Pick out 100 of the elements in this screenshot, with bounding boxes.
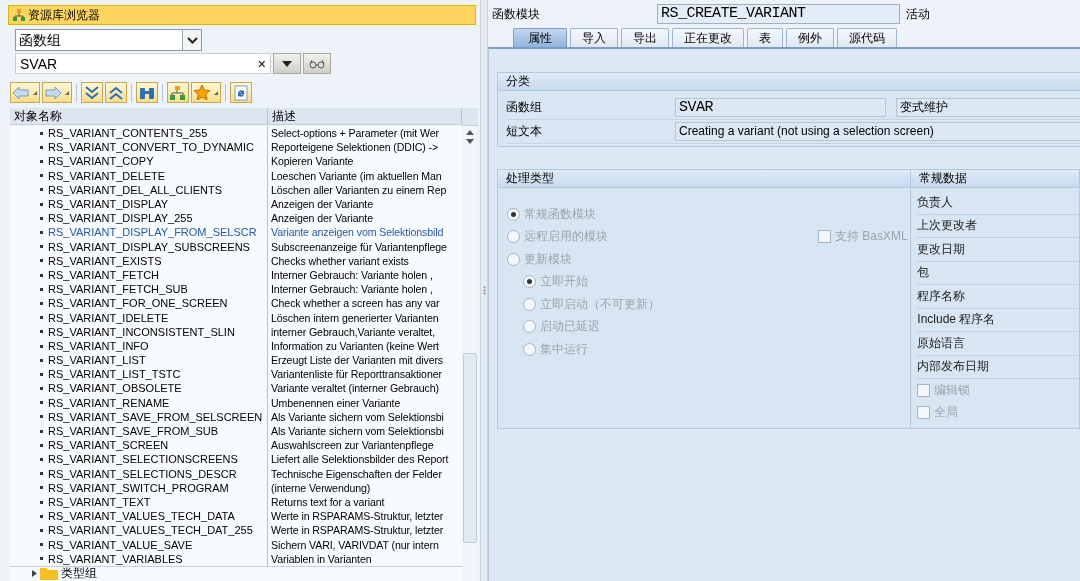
tree-row[interactable]: RS_VARIANT_SAVE_FROM_SELSCREEN Als Variante sichern vom Selektionsbi xyxy=(10,409,462,425)
radio-label: 立即开始 xyxy=(540,273,588,291)
tree-row[interactable]: RS_VARIANT_SELECTIONSCREENS Liefert alle Selektionsbilder des Report xyxy=(10,452,462,467)
tab[interactable]: 例外 xyxy=(786,28,834,47)
tree-row[interactable]: RS_VARIANT_SCREEN Auswahlscreen zur Variantenpflege xyxy=(10,438,462,453)
checkbox-label: 全局 xyxy=(934,404,959,422)
tree-row[interactable]: RS_VARIANT_CONVERT_TO_DYNAMIC Reporteigene Selektionen (DDIC) -> xyxy=(10,140,462,155)
tree-row[interactable]: RS_VARIANT_TEXT Returns text for a variant xyxy=(10,494,462,510)
tree-row[interactable]: RS_VARIANT_VALUES_TECH_DATA Werte in RSPARAMS-Struktur, letzter xyxy=(10,509,462,524)
tab[interactable]: 属性 xyxy=(513,28,567,47)
object-description: Variantenliste für Reporttransaktioner xyxy=(270,367,443,382)
object-description: Werte in RSPARAMS-Struktur, letzter xyxy=(270,523,445,538)
object-description: Umbenennen einer Variante xyxy=(270,395,402,410)
caret-icon xyxy=(65,90,69,95)
tab[interactable]: 源代码 xyxy=(837,28,897,47)
tree-row[interactable]: RS_VARIANT_COPY Kopieren Variante xyxy=(10,154,462,169)
object-description: Variante anzeigen vom Selektionsbild xyxy=(270,225,445,240)
header-corner xyxy=(462,108,478,127)
tree-row[interactable]: RS_VARIANT_DISPLAY_255 Anzeigen der Variante xyxy=(10,211,462,226)
folder-icon xyxy=(40,566,58,581)
tree-row[interactable]: RS_VARIANT_INFO Information zu Varianten (keine Wert xyxy=(10,338,462,354)
bullet-icon xyxy=(40,273,43,277)
refresh-button[interactable] xyxy=(230,82,252,103)
dropdown-button[interactable] xyxy=(273,53,301,74)
bullet-icon xyxy=(40,131,43,135)
object-name: RS_VARIANT_SCREEN xyxy=(48,438,169,453)
search-field[interactable]: SVAR × xyxy=(15,53,271,74)
glasses-button[interactable] xyxy=(303,53,331,74)
scroll-up-icon[interactable] xyxy=(466,130,474,136)
tree-row[interactable]: RS_VARIANT_DISPLAY_SUBSCREENS Subscreenanzeige für Variantenpflege xyxy=(10,239,462,254)
object-description: Auswahlscreen zur Variantenpflege xyxy=(270,438,435,453)
bullet-icon xyxy=(40,528,43,532)
expand-button[interactable] xyxy=(81,82,103,103)
tree-row[interactable]: RS_VARIANT_IDELETE Löschen intern generierter Varianten xyxy=(10,310,462,325)
tree-row[interactable]: RS_VARIANT_DEL_ALL_CLIENTS Löschen aller Varianten zu einem Rep xyxy=(10,182,462,198)
tree-row[interactable]: RS_VARIANT_CONTENTS_255 Select-options + Parameter (mit Wer xyxy=(10,126,462,141)
tab[interactable]: 导入 xyxy=(570,28,618,47)
scroll-down-icon[interactable] xyxy=(466,139,474,145)
object-description: Werte in RSPARAMS-Struktur, letzter xyxy=(270,509,445,524)
tree-row[interactable]: RS_VARIANT_SWITCH_PROGRAM (interne Verwendung) xyxy=(10,480,462,495)
tree-row[interactable]: RS_VARIANT_LIST_TSTC Variantenliste für Reporttransaktioner xyxy=(10,367,462,382)
object-name: RS_VARIANT_VARIABLES xyxy=(48,551,183,566)
tree-row[interactable]: RS_VARIANT_LIST Erzeugt Liste der Varianten mit divers xyxy=(10,353,462,368)
tree-row[interactable]: RS_VARIANT_DISPLAY_FROM_SELSCR Variante anzeigen vom Selektionsbild xyxy=(10,225,462,240)
chevron-down-icon[interactable] xyxy=(186,36,198,44)
collapse-button[interactable] xyxy=(105,82,127,103)
object-description: Anzeigen der Variante xyxy=(270,197,374,212)
group-title: 处理类型 xyxy=(498,170,911,188)
tree-row[interactable]: RS_VARIANT_RENAME Umbenennen einer Variante xyxy=(10,395,462,410)
bullet-icon xyxy=(40,387,43,391)
radio-label: 立即启动（不可更新） xyxy=(540,295,660,313)
object-description: (interne Verwendung) xyxy=(270,480,372,495)
tab[interactable]: 导出 xyxy=(621,28,669,47)
object-description: Checks whether variant exists xyxy=(270,253,410,268)
tree-row[interactable]: RS_VARIANT_DELETE Loeschen Variante (im aktuellen Man xyxy=(10,168,462,183)
tree-row[interactable]: RS_VARIANT_EXISTS Checks whether variant exists xyxy=(10,253,462,268)
object-description: Interner Gebrauch: Variante holen , xyxy=(270,282,434,297)
column-header[interactable]: 对象名称 xyxy=(10,108,268,125)
hierarchy-button[interactable] xyxy=(167,82,189,103)
object-description: Select-options + Parameter (mit Wer xyxy=(270,126,440,141)
tree-row[interactable]: RS_VARIANT_DISPLAY Anzeigen der Variante xyxy=(10,197,462,212)
text-field[interactable]: SVAR xyxy=(675,98,886,117)
tree-row[interactable]: RS_VARIANT_FOR_ONE_SCREEN Check whether a screen has any var xyxy=(10,296,462,311)
object-name: RS_VARIANT_CONVERT_TO_DYNAMIC xyxy=(48,140,254,155)
forward-button[interactable] xyxy=(42,82,72,103)
tab[interactable]: 正在更改 xyxy=(672,28,744,47)
tree-row[interactable]: RS_VARIANT_SAVE_FROM_SUB Als Variante sichern vom Selektionsbi xyxy=(10,424,462,439)
scroll-thumb[interactable] xyxy=(463,353,477,544)
back-button[interactable] xyxy=(10,82,40,103)
tree-row[interactable]: RS_VARIANT_VALUES_TECH_DAT_255 Werte in RSPARAMS-Struktur, letzter xyxy=(10,523,462,538)
field-label: 原始语言 xyxy=(917,334,966,352)
tree-row[interactable]: RS_VARIANT_INCONSISTENT_SLIN interner Gebrauch,Variante veraltet, xyxy=(10,324,462,339)
object-name: RS_VARIANT_IDELETE xyxy=(48,310,169,325)
tree-row[interactable]: RS_VARIANT_FETCH_SUB Interner Gebrauch: Variante holen , xyxy=(10,282,462,297)
tree-row[interactable]: RS_VARIANT_SELECTIONS_DESCR Technische Eigenschaften der Felder xyxy=(10,466,462,481)
expand-arrow-icon[interactable] xyxy=(32,569,37,577)
column-header[interactable]: 描述 xyxy=(268,108,462,125)
object-description: Variante veraltet (interner Gebrauch) xyxy=(270,381,441,396)
tree-row[interactable]: RS_VARIANT_FETCH Interner Gebrauch: Variante holen , xyxy=(10,267,462,283)
text-field[interactable]: 变式维护 xyxy=(896,98,1080,117)
tree-row[interactable]: RS_VARIANT_OBSOLETE Variante veraltet (interner Gebrauch) xyxy=(10,381,462,396)
text-field[interactable]: Creating a variant (not using a selection screen) xyxy=(675,122,1080,141)
bullet-icon xyxy=(40,415,43,419)
radio-label: 集中运行 xyxy=(540,340,588,358)
object-description: Liefert alle Selektionsbilder des Report xyxy=(270,452,450,467)
name-field[interactable]: RS_CREATE_VARIANT xyxy=(657,4,900,24)
scrollbar[interactable] xyxy=(462,126,478,581)
tab[interactable]: 表 xyxy=(747,28,783,47)
object-type-dropdown[interactable]: 函数组 xyxy=(15,29,202,51)
clear-button[interactable]: × xyxy=(257,55,266,72)
tree-row[interactable]: RS_VARIANT_VALUE_SAVE Sichern VARI, VARIVDAT (nur intern xyxy=(10,537,462,552)
bullet-icon xyxy=(40,557,43,561)
radio-label: 常规函数模块 xyxy=(524,205,596,223)
tree-row[interactable]: RS_VARIANT_VARIABLES Variablen in Varianten xyxy=(10,551,462,566)
triangle-down-icon xyxy=(282,60,292,67)
bullet-icon xyxy=(40,344,43,348)
favorites-button[interactable] xyxy=(191,82,221,103)
object-name: RS_VARIANT_COPY xyxy=(48,154,154,169)
search-button[interactable] xyxy=(136,82,158,103)
object-description: Check whether a screen has any var xyxy=(270,296,441,311)
